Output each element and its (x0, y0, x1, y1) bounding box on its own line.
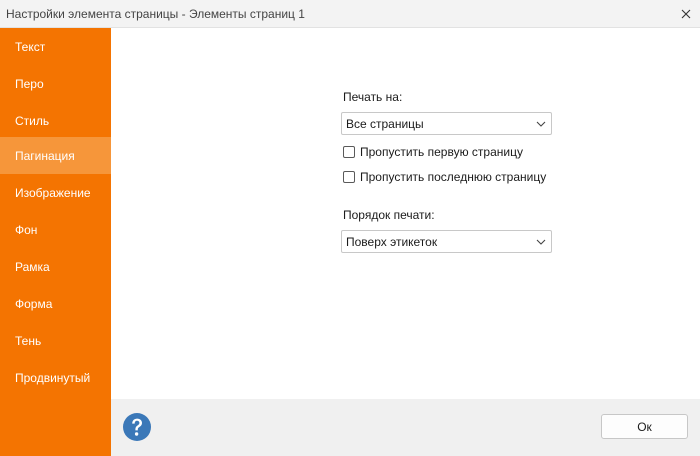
help-icon (123, 413, 151, 441)
print-order-value: Поверх этикеток (346, 234, 438, 249)
sidebar-item-label: Текст (15, 39, 46, 54)
skip-last-page-label: Пропустить последнюю страницу (360, 170, 547, 184)
sidebar-item-label: Стиль (15, 113, 50, 128)
skip-first-page-row[interactable]: Пропустить первую страницу (343, 145, 523, 159)
ok-button[interactable]: Ок (601, 414, 688, 439)
sidebar-item-label: Рамка (15, 259, 50, 274)
sidebar-item-shadow[interactable]: Тень (0, 322, 111, 359)
skip-last-page-checkbox[interactable] (343, 171, 355, 183)
sidebar: Текст Перо Стиль Пагинация Изображение Ф… (0, 28, 111, 456)
skip-first-page-checkbox[interactable] (343, 146, 355, 158)
sidebar-item-shape[interactable]: Форма (0, 285, 111, 322)
sidebar-item-image[interactable]: Изображение (0, 174, 111, 211)
settings-panel: Печать на: Все страницы Пропустить перву… (111, 28, 700, 399)
dialog-footer: Ок (111, 399, 700, 456)
dialog-window: Настройки элемента страницы - Элементы с… (0, 0, 700, 456)
skip-last-page-row[interactable]: Пропустить последнюю страницу (343, 170, 546, 184)
sidebar-item-label: Продвинутый (15, 370, 91, 385)
sidebar-item-label: Изображение (15, 185, 91, 200)
sidebar-item-pagination[interactable]: Пагинация (0, 137, 111, 174)
sidebar-item-label: Фон (15, 222, 38, 237)
print-on-label: Печать на: (343, 90, 403, 104)
sidebar-item-advanced[interactable]: Продвинутый (0, 359, 111, 396)
print-on-value: Все страницы (346, 116, 424, 131)
chevron-down-icon (536, 121, 546, 127)
sidebar-item-label: Перо (15, 76, 44, 91)
skip-first-page-label: Пропустить первую страницу (360, 145, 523, 159)
window-title: Настройки элемента страницы - Элементы с… (6, 7, 305, 21)
print-on-select[interactable]: Все страницы (341, 112, 552, 135)
print-order-select[interactable]: Поверх этикеток (341, 230, 552, 253)
title-bar: Настройки элемента страницы - Элементы с… (0, 0, 700, 28)
sidebar-item-border[interactable]: Рамка (0, 248, 111, 285)
sidebar-item-text[interactable]: Текст (0, 28, 111, 65)
chevron-down-icon (536, 239, 546, 245)
sidebar-item-style[interactable]: Стиль (0, 102, 111, 139)
close-button[interactable] (672, 0, 700, 27)
print-order-label: Порядок печати: (343, 208, 435, 222)
sidebar-item-label: Тень (15, 333, 42, 348)
sidebar-item-background[interactable]: Фон (0, 211, 111, 248)
close-icon (681, 9, 691, 18)
sidebar-item-label: Пагинация (15, 148, 75, 163)
help-button[interactable] (122, 412, 152, 442)
sidebar-item-label: Форма (15, 296, 53, 311)
sidebar-item-pen[interactable]: Перо (0, 65, 111, 102)
